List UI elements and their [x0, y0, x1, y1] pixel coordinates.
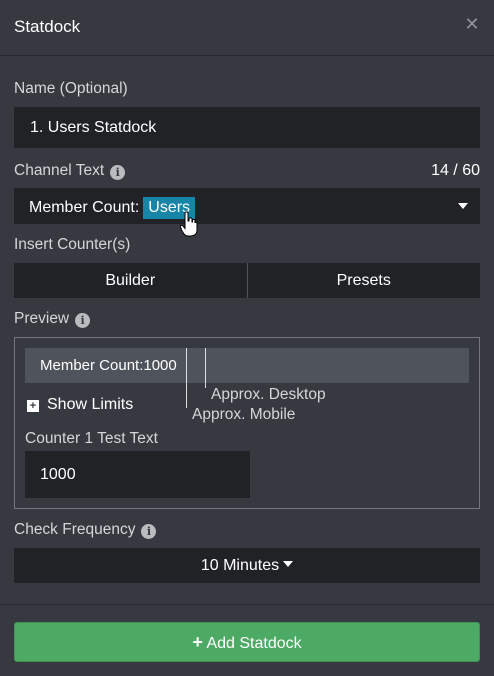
preview-label-text: Preview [14, 310, 70, 327]
desktop-limit-label: Approx. Desktop [211, 386, 326, 403]
plus-icon: + [192, 632, 203, 652]
channel-text-input[interactable]: Member Count: Users [14, 188, 480, 224]
insert-counters-buttons: Builder Presets [14, 263, 480, 298]
show-limits-toggle[interactable]: + Show Limits [27, 396, 133, 414]
insert-counters-label: Insert Counter(s) [14, 236, 131, 253]
check-frequency-value: 10 Minutes [200, 557, 280, 574]
modal-header: Statdock ✕ [0, 0, 494, 56]
modal-footer: + Add Statdock [0, 604, 494, 676]
check-frequency-select[interactable]: 10 Minutes [14, 548, 480, 583]
builder-button[interactable]: Builder [14, 263, 247, 298]
add-statdock-button[interactable]: + Add Statdock [14, 622, 480, 662]
desktop-limit-line [205, 348, 206, 388]
close-icon[interactable]: ✕ [464, 15, 480, 33]
check-frequency-label-text: Check Frequency [14, 521, 136, 538]
name-label: Name (Optional) [14, 80, 128, 97]
preview-box: Member Count:1000 Approx. Desktop Approx… [14, 337, 480, 509]
test-text-label: Counter 1 Test Text [25, 430, 158, 447]
show-limits-label: Show Limits [47, 396, 134, 413]
plus-icon: + [27, 400, 39, 412]
mobile-limit-label: Approx. Mobile [192, 406, 296, 423]
info-icon[interactable]: i [75, 313, 91, 328]
preview-channel-name: Member Count:1000 [25, 348, 469, 383]
chevron-down-icon [283, 561, 294, 567]
name-input[interactable]: 1. Users Statdock [14, 107, 480, 148]
channel-text-label: Channel Text i [14, 162, 126, 180]
channel-text-label-text: Channel Text [14, 162, 105, 179]
channel-text-prefix: Member Count: [29, 199, 140, 216]
info-icon[interactable]: i [141, 524, 157, 539]
hand-cursor-icon [180, 211, 198, 237]
preview-label: Preview i [14, 310, 91, 328]
check-frequency-label: Check Frequency i [14, 521, 157, 539]
chevron-down-icon[interactable] [458, 203, 468, 209]
char-count: 14 / 60 [431, 162, 480, 179]
add-statdock-label: Add Statdock [206, 635, 302, 652]
presets-button[interactable]: Presets [246, 263, 480, 298]
test-text-input[interactable]: 1000 [25, 451, 250, 498]
info-icon[interactable]: i [110, 165, 126, 180]
modal-title: Statdock [14, 17, 81, 36]
mobile-limit-line [186, 348, 187, 408]
